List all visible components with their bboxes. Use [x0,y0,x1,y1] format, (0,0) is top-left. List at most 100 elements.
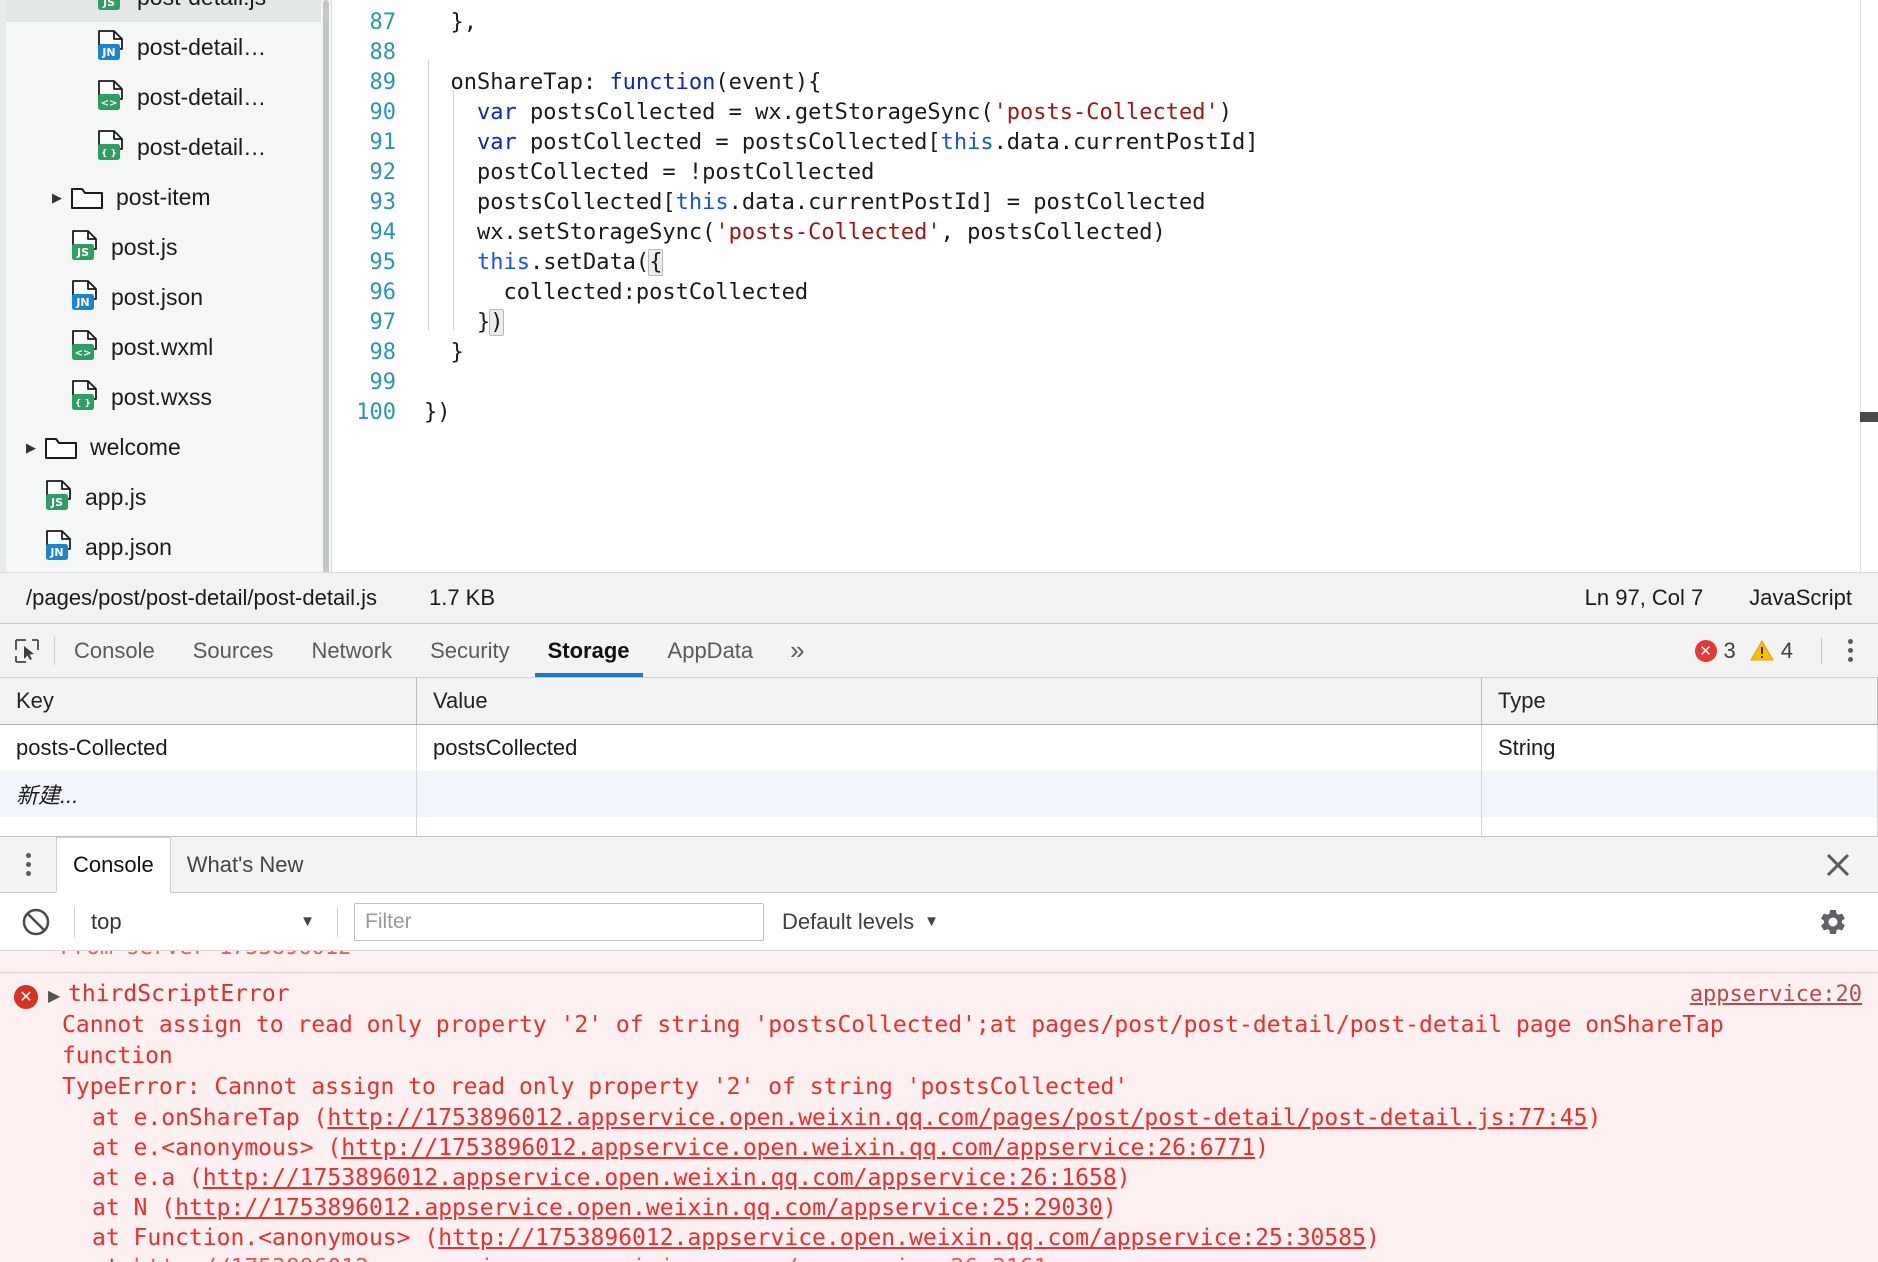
execution-context-select[interactable]: top ▼ [91,909,321,935]
stack-frame-url[interactable]: http://1753896012.appservice.open.weixin… [134,1255,1048,1262]
column-header-value[interactable]: Value [417,678,1482,724]
editor-scrollbar-thumb[interactable] [1860,412,1878,422]
stack-frame-label: at e.<anonymous> ( [92,1135,342,1161]
status-language[interactable]: JavaScript [1749,585,1852,611]
file-tree[interactable]: JS post-detail.js JN post-detail… <> post-det… [0,0,331,572]
code-line[interactable]: collected:postCollected [424,278,1878,308]
error-header[interactable]: ✕ ▶ thirdScriptError appservice:20 [0,979,1878,1010]
inspect-element-icon[interactable] [0,624,54,677]
file-explorer[interactable]: JS post-detail.js JN post-detail… <> post-det… [0,0,332,572]
file-tree-item-post-detail-[interactable]: { } post-detail… [0,122,331,172]
close-drawer-icon[interactable] [1798,837,1878,892]
stack-frame-url[interactable]: http://1753896012.appservice.open.weixin… [438,1225,1366,1251]
stack-trace-line[interactable]: at Function.<anonymous> (http://17538960… [0,1223,1878,1253]
console-message-truncated[interactable]: From server 1753896012 [0,951,1878,973]
clear-console-icon[interactable] [14,907,58,937]
more-tabs-button[interactable]: » [772,624,822,677]
file-tree-item-post-js[interactable]: JS post.js [0,222,331,272]
stack-frame-label: at N ( [92,1195,176,1221]
code-line[interactable] [424,38,1878,68]
code-line[interactable]: var postCollected = postsCollected[this.… [424,128,1878,158]
status-cursor-position[interactable]: Ln 97, Col 7 [1585,585,1704,611]
file-tree-item-post-wxml[interactable]: <> post.wxml [0,322,331,372]
explorer-scrollbar-thumb[interactable] [323,0,329,572]
devtools-window: JS post-detail.js JN post-detail… <> post-det… [0,0,1878,1262]
file-tree-item-post-wxss[interactable]: { } post.wxss [0,372,331,422]
tab-sources[interactable]: Sources [174,624,293,677]
folder-expand-arrow-icon[interactable]: ▶ [44,191,70,204]
file-tree-item-welcome[interactable]: ▶ welcome [0,422,331,472]
explorer-scrollbar[interactable] [321,0,331,572]
devtools-menu-icon[interactable] [1836,639,1864,662]
log-level-select[interactable]: Default levels ▼ [782,909,939,935]
editor-vertical-scrollbar[interactable] [1860,0,1878,572]
file-tree-item-post-detail-[interactable]: <> post-detail… [0,72,331,122]
error-source-link[interactable]: appservice:20 [1690,979,1862,1010]
table-row-new[interactable]: 新建... [0,771,1878,817]
folder-expand-arrow-icon[interactable]: ▶ [18,441,44,454]
cell-value[interactable]: postsCollected [417,725,1482,771]
code-line[interactable]: wx.setStorageSync('posts-Collected', pos… [424,218,1878,248]
code-line[interactable]: this.setData({ [424,248,1878,278]
file-tree-item-post-item[interactable]: ▶ post-item [0,172,331,222]
wxml-file-icon: <> [96,80,126,114]
stack-frame-url[interactable]: http://1753896012.appservice.open.weixin… [341,1135,1255,1161]
file-tree-item-label: app.json [85,533,172,560]
error-stack-trace[interactable]: at e.onShareTap (http://1753896012.appse… [0,1103,1878,1262]
stack-trace-line[interactable]: at http://1753896012.appservice.open.wei… [0,1253,1878,1262]
new-entry-type[interactable] [1482,771,1878,817]
empty-cell-value [417,817,1482,836]
code-line[interactable]: }) [424,308,1878,338]
code-line[interactable]: } [424,338,1878,368]
warning-count: 4 [1780,637,1793,663]
tab-storage[interactable]: Storage [529,624,649,677]
stack-frame-url[interactable]: http://1753896012.appservice.open.weixin… [175,1195,1103,1221]
code-line[interactable]: postCollected = !postCollected [424,158,1878,188]
code-line[interactable]: var postsCollected = wx.getStorageSync('… [424,98,1878,128]
drawer-menu-icon[interactable] [0,837,56,892]
code-line[interactable]: onShareTap: function(event){ [424,68,1878,98]
code-line[interactable]: postsCollected[this.data.currentPostId] … [424,188,1878,218]
tab-security[interactable]: Security [411,624,528,677]
expand-arrow-icon[interactable]: ▶ [48,986,64,1006]
console-error-message[interactable]: ✕ ▶ thirdScriptError appservice:20 Canno… [0,973,1878,1262]
tab-console[interactable]: Console [55,624,174,677]
stack-trace-line[interactable]: at e.onShareTap (http://1753896012.appse… [0,1103,1878,1133]
cell-key[interactable]: posts-Collected [0,725,417,771]
cell-type[interactable]: String [1482,725,1878,771]
file-tree-item-app-json[interactable]: JN app.json [0,522,331,572]
file-tree-item-app-js[interactable]: JS app.js [0,472,331,522]
stack-trace-line[interactable]: at e.<anonymous> (http://1753896012.apps… [0,1133,1878,1163]
stack-trace-line[interactable]: at e.a (http://1753896012.appservice.ope… [0,1163,1878,1193]
console-filter-input[interactable]: Filter [354,902,764,941]
column-header-type[interactable]: Type [1482,678,1878,724]
stack-frame-url[interactable]: http://1753896012.appservice.open.weixin… [327,1105,1587,1131]
code-line[interactable] [424,0,1878,8]
file-tree-item-post-detail-[interactable]: JN post-detail… [0,22,331,72]
code-line[interactable]: }) [424,398,1878,428]
tab-appdata[interactable]: AppData [649,624,773,677]
line-number: 94 [369,220,397,245]
code-content[interactable]: }, onShareTap: function(event){ var post… [410,0,1878,572]
console-settings-icon[interactable] [1818,907,1864,937]
file-tree-item-post-json[interactable]: JN post.json [0,272,331,322]
code-editor[interactable]: 86 87 88 89 90 91 92 93 94 95 96 97 98 99 100 }, onSha… [332,0,1878,572]
json-file-icon: JN [70,280,100,314]
code-line[interactable]: }, [424,8,1878,38]
column-header-key[interactable]: Key [0,678,417,724]
stack-trace-line[interactable]: at N (http://1753896012.appservice.open.… [0,1193,1878,1223]
storage-panel[interactable]: Key Value Type posts-Collected postsColl… [0,678,1878,836]
new-entry-placeholder[interactable]: 新建... [0,771,417,817]
warning-count-badge[interactable]: 4 [1749,637,1793,664]
file-tree-item-post-detail-js[interactable]: JS post-detail.js [0,0,331,22]
error-count-badge[interactable]: ✕ 3 [1694,638,1736,664]
console-messages[interactable]: From server 1753896012 ✕ ▶ thirdScriptEr… [0,951,1878,1262]
truncated-message-text: From server 1753896012 [60,951,351,960]
code-line[interactable] [424,368,1878,398]
stack-frame-url[interactable]: http://1753896012.appservice.open.weixin… [203,1165,1117,1191]
drawer-tab-what-s-new[interactable]: What's New [171,837,320,892]
drawer-tab-console[interactable]: Console [56,837,171,893]
new-entry-value[interactable] [417,771,1482,817]
table-row[interactable]: posts-Collected postsCollected String [0,725,1878,771]
tab-network[interactable]: Network [292,624,411,677]
